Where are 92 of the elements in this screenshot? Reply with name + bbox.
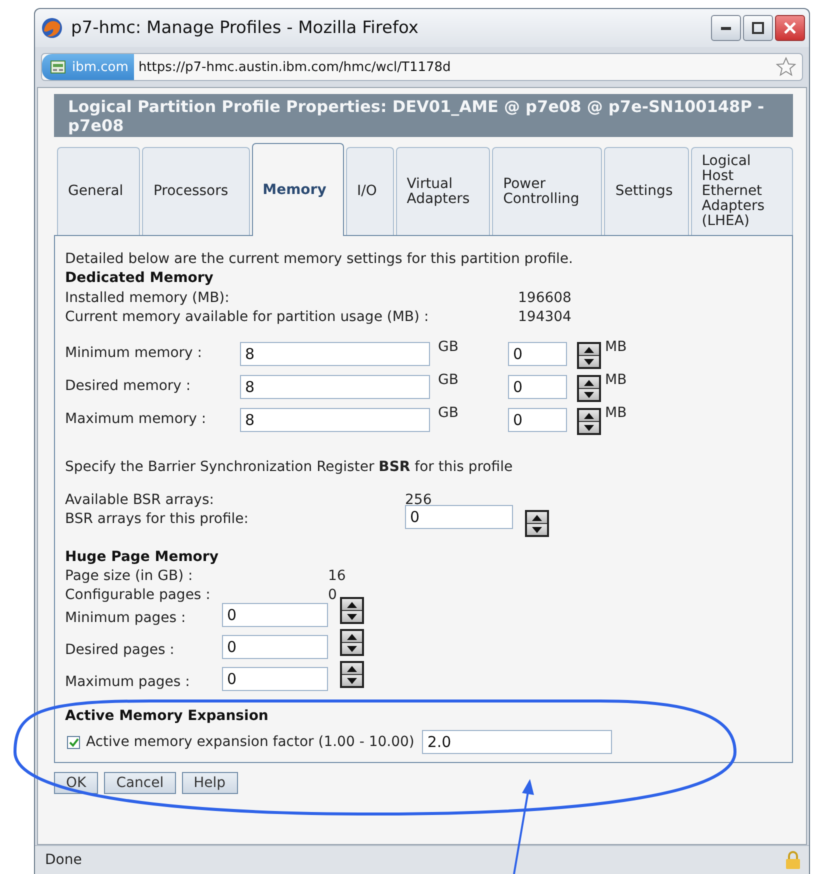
info-value: 16 [328, 567, 346, 586]
spin-down-button[interactable] [579, 422, 599, 433]
dialog-button[interactable]: Cancel [104, 772, 176, 794]
tab[interactable]: Logical Host Ethernet Adapters (LHEA) [690, 147, 793, 235]
up-arrow-icon [347, 634, 357, 640]
gb-input-field[interactable]: 8 [240, 408, 430, 432]
unit-label: GB [437, 404, 460, 423]
down-arrow-icon [532, 526, 542, 532]
tab[interactable]: Power Controlling [492, 147, 602, 235]
bsr-input-field[interactable]: 0 [405, 505, 513, 529]
site-icon [50, 60, 66, 74]
info-label: Installed memory (MB): [65, 289, 230, 308]
address-bar[interactable]: ibm.com https://p7-hmc.austin.ibm.com/hmc/wcl/T1178d [41, 53, 803, 81]
intro-text: Detailed below are the current memory settings for this partition profile. [65, 250, 574, 269]
field-label: BSR arrays for this profile: [65, 510, 250, 529]
field-label: Maximum pages : [65, 673, 191, 692]
maximize-button[interactable] [743, 15, 773, 41]
spin-up-button[interactable] [527, 512, 547, 523]
tab[interactable]: Settings [604, 147, 689, 235]
close-button[interactable] [775, 15, 805, 41]
up-arrow-icon [347, 602, 357, 608]
unit-label: MB [604, 404, 627, 423]
up-arrow-icon [584, 346, 594, 352]
mb-input-field[interactable]: 0 [508, 375, 567, 399]
gb-input-field[interactable]: 8 [240, 342, 430, 366]
down-arrow-icon [584, 358, 594, 364]
spin-down-button[interactable] [579, 389, 599, 400]
spin-up-button[interactable] [342, 631, 362, 642]
field-label: Minimum memory : [65, 344, 203, 363]
info-label: Configurable pages : [65, 586, 212, 605]
pages-input-field[interactable]: 0 [222, 635, 328, 659]
tab[interactable]: I/O [346, 147, 394, 235]
minimize-icon [721, 26, 731, 30]
unit-label: MB [604, 371, 627, 390]
checkbox-label: Active memory expansion factor (1.00 - 10.00) [86, 732, 414, 752]
tab[interactable]: General [57, 147, 140, 235]
down-arrow-icon [347, 678, 357, 684]
spin-down-button[interactable] [579, 356, 599, 367]
field-label: Minimum pages : [65, 609, 187, 628]
down-arrow-icon [347, 646, 357, 652]
spin-up-button[interactable] [342, 599, 362, 610]
spin-up-button[interactable] [342, 663, 362, 674]
dialog-button[interactable]: Help [182, 772, 238, 794]
section-heading: Active Memory Expansion [65, 707, 270, 726]
down-arrow-icon [584, 424, 594, 430]
info-value: 196608 [518, 289, 572, 308]
section-heading: Dedicated Memory [65, 269, 214, 288]
pages-input-field[interactable]: 0 [222, 667, 328, 691]
up-arrow-icon [532, 514, 542, 520]
close-icon [784, 22, 796, 34]
tab[interactable]: Virtual Adapters [396, 147, 490, 235]
minimize-button[interactable] [711, 15, 741, 41]
info-value: 0 [328, 586, 338, 605]
unit-label: MB [604, 338, 627, 357]
info-value: 194304 [518, 308, 572, 327]
maximize-icon [752, 22, 764, 34]
mb-input-field[interactable]: 0 [508, 408, 567, 432]
info-label: Available BSR arrays: [65, 491, 215, 510]
up-arrow-icon [347, 666, 357, 672]
bookmark-star-icon[interactable] [776, 57, 796, 77]
spin-down-button[interactable] [527, 524, 547, 535]
factor-input-field[interactable]: 2.0 [422, 730, 612, 754]
info-label: Current memory available for partition usage (MB) : [65, 308, 430, 327]
field-label: Maximum memory : [65, 410, 208, 429]
bsr-description: Specify the Barrier Synchronization Register BSR for this profile [65, 458, 514, 477]
pages-input-field[interactable]: 0 [222, 603, 328, 627]
down-arrow-icon [347, 614, 357, 620]
up-arrow-icon [584, 380, 594, 386]
section-heading: Huge Page Memory [65, 548, 220, 567]
gb-input-field[interactable]: 8 [240, 375, 430, 399]
tab[interactable]: Processors [142, 147, 250, 235]
dialog-header: Logical Partition Profile Properties: DEV01_AME @ p7e08 @ p7e-SN100148P - p7e08 [54, 94, 793, 137]
info-label: Page size (in GB) : [65, 567, 194, 586]
up-arrow-icon [584, 412, 594, 418]
spin-down-button[interactable] [342, 675, 362, 686]
spin-down-button[interactable] [342, 611, 362, 622]
checkbox[interactable] [67, 736, 80, 748]
spin-down-button[interactable] [342, 643, 362, 654]
unit-label: GB [437, 338, 460, 357]
browser-logo-icon [41, 17, 63, 39]
field-label: Desired memory : [65, 377, 192, 396]
field-label: Desired pages : [65, 641, 176, 660]
unit-label: GB [437, 371, 460, 390]
status-text: Done [45, 852, 82, 868]
spin-up-button[interactable] [579, 344, 599, 355]
window-title: p7-hmc: Manage Profiles - Mozilla Firefox [71, 18, 420, 38]
mb-input-field[interactable]: 0 [508, 342, 567, 366]
tab[interactable]: Memory [252, 143, 344, 236]
down-arrow-icon [584, 392, 594, 398]
padlock-icon [785, 850, 801, 870]
spin-up-button[interactable] [579, 377, 599, 388]
spin-up-button[interactable] [579, 410, 599, 421]
